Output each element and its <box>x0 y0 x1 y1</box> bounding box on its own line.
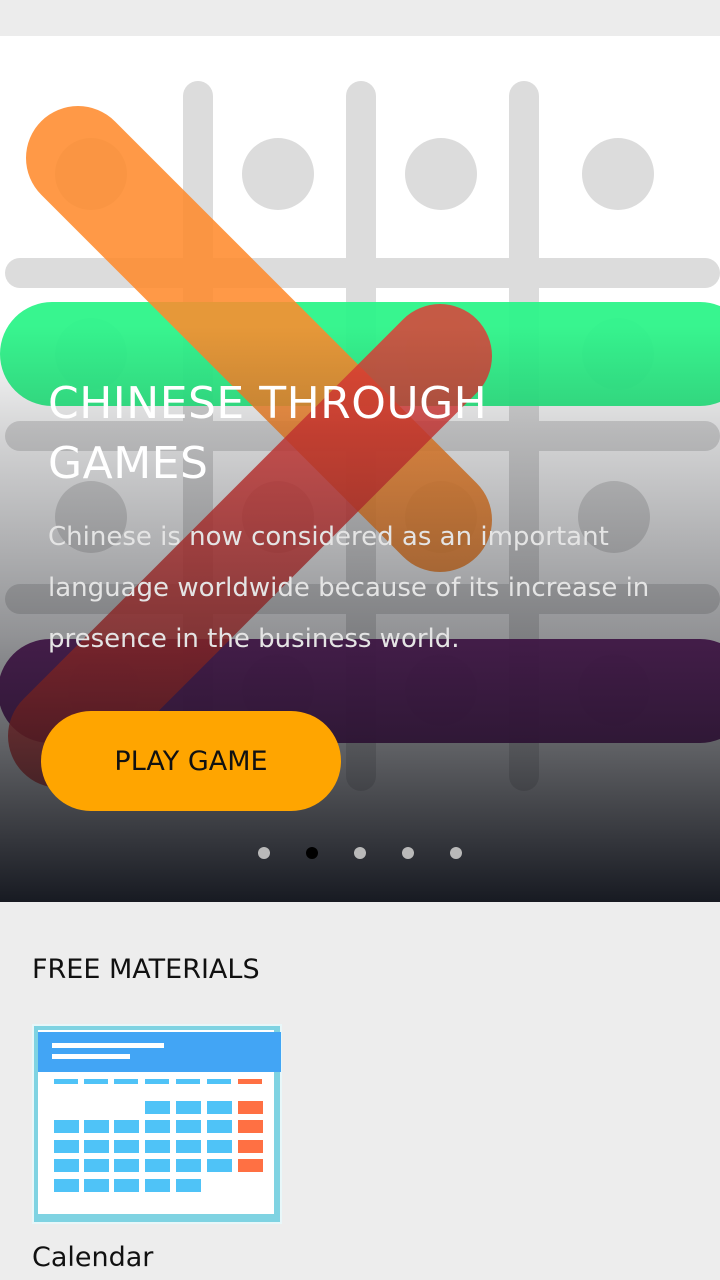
carousel-dot-2[interactable] <box>306 847 318 859</box>
material-label: Calendar <box>32 1242 154 1273</box>
carousel-dot-4[interactable] <box>402 847 414 859</box>
material-card-calendar[interactable]: Calendar <box>32 1024 282 1273</box>
carousel-dot-5[interactable] <box>450 847 462 859</box>
calendar-icon <box>32 1024 282 1224</box>
top-spacer <box>0 0 720 36</box>
carousel-indicators <box>0 847 720 861</box>
hero-carousel[interactable]: CHINESE THROUGH GAMES Chinese is now con… <box>0 36 720 902</box>
free-materials-heading: FREE MATERIALS <box>32 954 260 985</box>
carousel-dot-3[interactable] <box>354 847 366 859</box>
hero-description: Chinese is now considered as an importan… <box>48 522 650 654</box>
hero-title: CHINESE THROUGH GAMES <box>48 378 488 489</box>
play-game-button[interactable]: PLAY GAME <box>41 711 341 811</box>
carousel-dot-1[interactable] <box>258 847 270 859</box>
